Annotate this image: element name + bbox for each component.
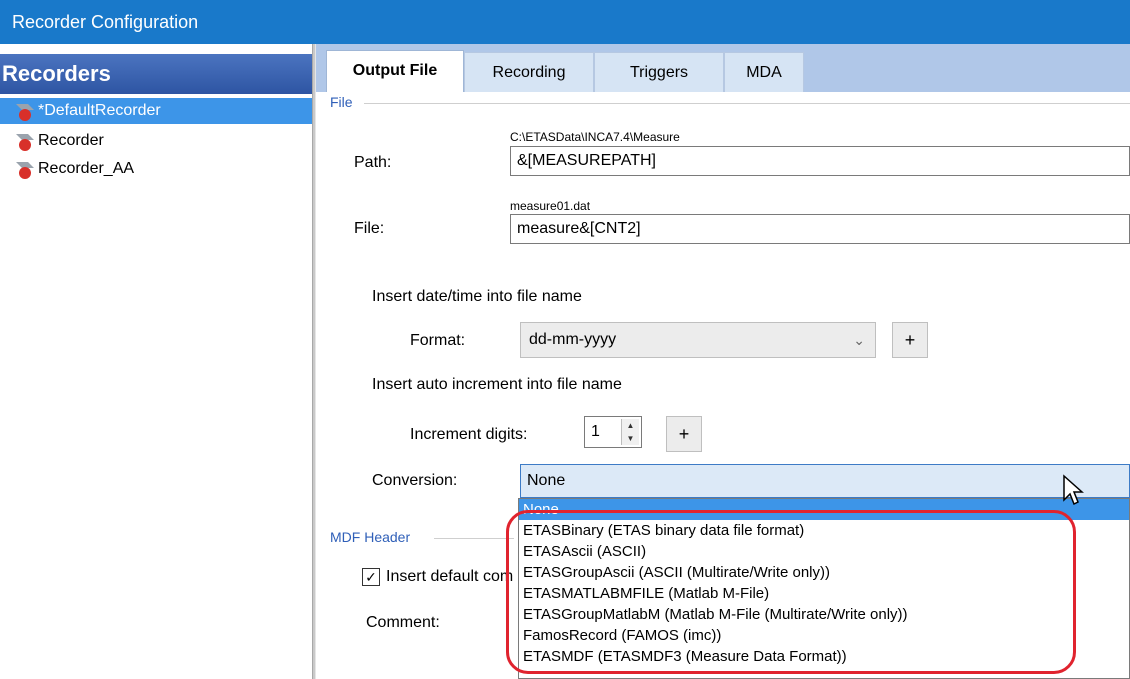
conversion-select[interactable]: None [520, 464, 1130, 498]
tab-output-file[interactable]: Output File [326, 50, 464, 93]
spin-down-icon[interactable]: ▼ [622, 432, 639, 445]
output-file-page: File C:\ETASData\INCA7.4\Measure Path: &… [316, 92, 1130, 679]
recorder-item-label: *DefaultRecorder [38, 102, 161, 119]
highlight-annotation [506, 510, 1076, 674]
spin-up-icon[interactable]: ▲ [622, 419, 639, 432]
chevron-down-icon: ⌄ [853, 332, 865, 348]
path-label: Path: [354, 154, 392, 171]
mouse-cursor-icon [1063, 474, 1084, 506]
recorders-panel: Recorders *DefaultRecorder Recorder Reco… [0, 44, 312, 679]
insert-default-checkbox[interactable]: ✓ [362, 568, 380, 586]
tab-mda[interactable]: MDA [724, 52, 804, 92]
increment-digits-value: 1 [591, 423, 600, 440]
recorder-item-label: Recorder_AA [38, 160, 135, 177]
insert-default-label: Insert default com [386, 568, 514, 585]
file-group-divider [364, 103, 1130, 104]
recorder-icon [16, 104, 34, 121]
mdf-group-divider [434, 538, 514, 539]
path-preview: C:\ETASData\INCA7.4\Measure [510, 130, 680, 144]
increment-digits-stepper[interactable]: 1 ▲ ▼ [584, 416, 642, 448]
spin-buttons[interactable]: ▲ ▼ [621, 419, 639, 445]
format-label: Format: [410, 332, 466, 349]
recorder-item-recorder-aa[interactable]: Recorder_AA [0, 156, 312, 182]
increment-add-button[interactable]: + [666, 416, 702, 452]
increment-digits-label: Increment digits: [410, 426, 528, 443]
format-value: dd-mm-yyyy [529, 331, 617, 348]
recorder-item-default[interactable]: *DefaultRecorder [0, 98, 312, 124]
recorders-header: Recorders [0, 54, 312, 94]
format-select[interactable]: dd-mm-yyyy ⌄ [520, 322, 876, 358]
file-label: File: [354, 220, 385, 237]
tab-recording[interactable]: Recording [464, 52, 594, 92]
insert-increment-label: Insert auto increment into file name [372, 376, 622, 393]
format-add-button[interactable]: + [892, 322, 928, 358]
window-title: Recorder Configuration [0, 0, 1130, 44]
file-preview: measure01.dat [510, 199, 591, 213]
conversion-label: Conversion: [372, 472, 458, 489]
insert-datetime-label: Insert date/time into file name [372, 288, 582, 305]
path-input[interactable]: &[MEASUREPATH] [510, 146, 1130, 176]
file-input[interactable]: measure&[CNT2] [510, 214, 1130, 244]
mdf-group-title: MDF Header [330, 529, 411, 545]
file-group-title: File [330, 94, 353, 110]
recorder-item-recorder[interactable]: Recorder [0, 128, 312, 154]
recorder-item-label: Recorder [38, 132, 104, 149]
recorder-icon [16, 134, 34, 151]
tab-triggers[interactable]: Triggers [594, 52, 724, 92]
recorder-icon [16, 162, 34, 179]
comment-label: Comment: [366, 614, 440, 631]
